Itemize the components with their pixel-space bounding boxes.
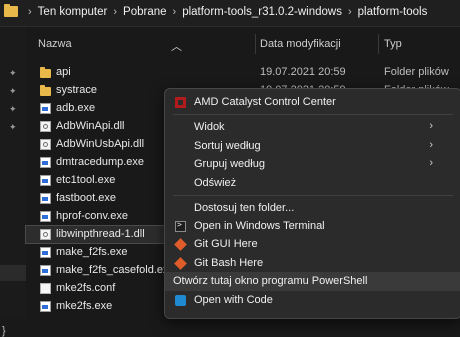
menu-item-label: Git GUI Here xyxy=(194,238,258,250)
column-header: ︿ Nazwa Data modyfikacji Typ xyxy=(26,30,460,56)
column-type[interactable]: Typ xyxy=(384,38,402,50)
vscode-icon xyxy=(175,295,186,306)
chevron-right-icon: › xyxy=(113,6,118,18)
menu-item-label: Open in Windows Terminal xyxy=(194,220,325,232)
pin-icon: ✦ xyxy=(9,68,17,78)
git-icon xyxy=(174,257,187,270)
chevron-right-icon: › xyxy=(429,157,433,169)
dll-icon xyxy=(40,139,51,150)
executable-icon xyxy=(40,211,51,222)
pin-icon: ✦ xyxy=(9,86,17,96)
file-name: make_f2fs.exe xyxy=(56,246,128,258)
nav-text-fragment: } xyxy=(2,325,6,337)
executable-icon xyxy=(40,193,51,204)
menu-item-open-powershell[interactable]: Otwórz tutaj okno programu PowerShell xyxy=(165,272,460,291)
chevron-right-icon: › xyxy=(347,6,352,18)
dll-icon xyxy=(40,229,51,240)
pin-icon: ✦ xyxy=(9,122,17,132)
menu-item-open-terminal[interactable]: Open in Windows Terminal xyxy=(165,217,460,236)
breadcrumb: › Ten komputer › Pobrane › platform-tool… xyxy=(22,6,427,18)
breadcrumb-item-platform-tools-zip[interactable]: platform-tools_r31.0.2-windows xyxy=(182,6,342,18)
file-name: hprof-conv.exe xyxy=(56,210,128,222)
menu-divider xyxy=(173,195,453,196)
chevron-right-icon: › xyxy=(172,6,177,18)
address-bar[interactable]: › Ten komputer › Pobrane › platform-tool… xyxy=(0,0,460,27)
file-date: 19.07.2021 20:59 xyxy=(260,66,346,78)
file-name: fastboot.exe xyxy=(56,192,116,204)
file-name: make_f2fs_casefold.exe xyxy=(56,264,175,276)
menu-item-refresh[interactable]: Odśwież xyxy=(165,174,460,193)
column-name[interactable]: Nazwa xyxy=(38,38,72,50)
chevron-right-icon: › xyxy=(429,139,433,151)
file-name: dmtracedump.exe xyxy=(56,156,145,168)
git-icon xyxy=(174,238,187,251)
menu-item-label: Git Bash Here xyxy=(194,257,264,269)
sort-ascending-icon: ︿ xyxy=(171,41,182,53)
file-name: AdbWinUsbApi.dll xyxy=(56,138,145,150)
menu-item-open-with-code[interactable]: Open with Code xyxy=(165,291,460,310)
file-name: libwinpthread-1.dll xyxy=(56,228,145,240)
executable-icon xyxy=(40,175,51,186)
menu-item-label: Grupuj według xyxy=(194,158,265,170)
executable-icon xyxy=(40,301,51,312)
menu-item-label: Open with Code xyxy=(194,294,273,306)
menu-item-label: AMD Catalyst Control Center xyxy=(194,96,336,108)
breadcrumb-item-downloads[interactable]: Pobrane xyxy=(123,6,166,18)
chevron-right-icon: › xyxy=(429,120,433,132)
file-name: AdbWinApi.dll xyxy=(56,120,125,132)
menu-item-label: Dostosuj ten folder... xyxy=(194,202,295,214)
amd-icon xyxy=(175,97,186,108)
column-divider[interactable] xyxy=(378,34,379,54)
file-name: api xyxy=(56,66,71,78)
file-name: etc1tool.exe xyxy=(56,174,116,186)
file-type: Folder plików xyxy=(384,66,449,78)
pin-icon: ✦ xyxy=(9,104,17,114)
file-icon xyxy=(40,283,51,294)
executable-icon xyxy=(40,247,51,258)
menu-divider xyxy=(173,114,453,115)
column-date[interactable]: Data modyfikacji xyxy=(260,38,341,50)
executable-icon xyxy=(40,157,51,168)
menu-item-view[interactable]: Widok › xyxy=(165,118,460,137)
menu-item-customize-folder[interactable]: Dostosuj ten folder... xyxy=(165,199,460,218)
menu-item-git-gui[interactable]: Git GUI Here xyxy=(165,235,460,254)
menu-item-amd[interactable]: AMD Catalyst Control Center xyxy=(165,93,460,112)
menu-item-group[interactable]: Grupuj według › xyxy=(165,155,460,174)
terminal-icon xyxy=(175,220,186,232)
menu-item-sort[interactable]: Sortuj według › xyxy=(165,137,460,156)
menu-item-label: Widok xyxy=(194,121,225,133)
nav-selected-item[interactable] xyxy=(0,265,26,281)
folder-icon xyxy=(40,67,51,78)
file-name: systrace xyxy=(56,84,97,96)
breadcrumb-item-this-pc[interactable]: Ten komputer xyxy=(38,6,108,18)
menu-item-git-bash[interactable]: Git Bash Here xyxy=(165,254,460,273)
menu-item-label: Otwórz tutaj okno programu PowerShell xyxy=(173,275,368,287)
file-row[interactable]: api 19.07.2021 20:59 Folder plików xyxy=(26,64,460,81)
executable-icon xyxy=(40,265,51,276)
file-name: adb.exe xyxy=(56,102,96,114)
dll-icon xyxy=(40,121,51,132)
file-name: mke2fs.exe xyxy=(56,300,113,312)
breadcrumb-item-platform-tools[interactable]: platform-tools xyxy=(358,6,428,18)
file-name: mke2fs.conf xyxy=(56,282,116,294)
chevron-right-icon: › xyxy=(28,6,32,18)
menu-item-label: Sortuj według xyxy=(194,140,261,152)
navigation-pane[interactable]: ✦ ✦ ✦ ✦ } xyxy=(0,27,26,337)
context-menu: AMD Catalyst Control Center Widok › Sort… xyxy=(164,88,460,319)
folder-icon xyxy=(40,85,51,96)
menu-item-label: Odśwież xyxy=(194,177,237,189)
folder-icon xyxy=(4,4,18,17)
executable-icon xyxy=(40,103,51,114)
column-divider[interactable] xyxy=(255,34,256,54)
